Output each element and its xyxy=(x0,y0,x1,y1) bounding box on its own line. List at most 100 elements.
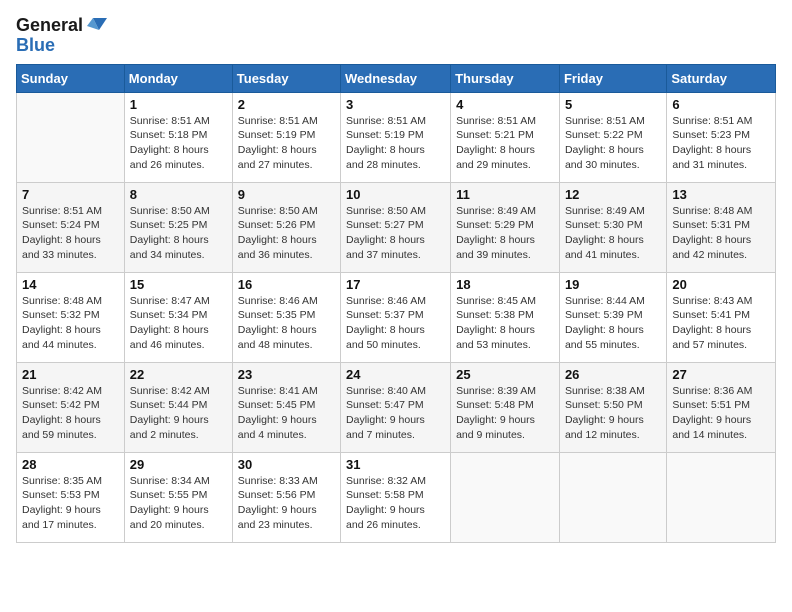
day-info: Sunrise: 8:41 AMSunset: 5:45 PMDaylight:… xyxy=(238,384,335,443)
day-number: 21 xyxy=(22,367,119,382)
calendar-cell: 26Sunrise: 8:38 AMSunset: 5:50 PMDayligh… xyxy=(559,362,666,452)
calendar-cell: 9 Sunrise: 8:50 AMSunset: 5:26 PMDaylight… xyxy=(232,182,340,272)
calendar-cell: 1 Sunrise: 8:51 AMSunset: 5:18 PMDaylight… xyxy=(124,92,232,182)
day-number: 6 xyxy=(672,97,770,112)
calendar-cell: 25 Sunrise: 8:39 AMSunset: 5:48 PMDayligh… xyxy=(451,362,560,452)
day-info: Sunrise: 8:51 AMSunset: 5:23 PMDaylight:… xyxy=(672,114,770,173)
calendar-cell: 21 Sunrise: 8:42 AMSunset: 5:42 PMDayligh… xyxy=(17,362,125,452)
day-number: 31 xyxy=(346,457,445,472)
day-info: Sunrise: 8:44 AMSunset: 5:39 PMDaylight:… xyxy=(565,294,661,353)
calendar-cell xyxy=(667,452,776,542)
calendar-cell: 19 Sunrise: 8:44 AMSunset: 5:39 PMDayligh… xyxy=(559,272,666,362)
day-info: Sunrise: 8:48 AMSunset: 5:31 PMDaylight:… xyxy=(672,204,770,263)
day-info: Sunrise: 8:45 AMSunset: 5:38 PMDaylight:… xyxy=(456,294,554,353)
day-info: Sunrise: 8:51 AMSunset: 5:19 PMDaylight:… xyxy=(346,114,445,173)
calendar-cell: 23Sunrise: 8:41 AMSunset: 5:45 PMDayligh… xyxy=(232,362,340,452)
day-number: 18 xyxy=(456,277,554,292)
day-number: 13 xyxy=(672,187,770,202)
day-number: 17 xyxy=(346,277,445,292)
day-number: 29 xyxy=(130,457,227,472)
page-header: General Blue xyxy=(16,16,776,56)
day-info: Sunrise: 8:47 AMSunset: 5:34 PMDaylight:… xyxy=(130,294,227,353)
week-row-1: 7 Sunrise: 8:51 AMSunset: 5:24 PMDaylight… xyxy=(17,182,776,272)
calendar-cell: 10Sunrise: 8:50 AMSunset: 5:27 PMDayligh… xyxy=(341,182,451,272)
day-number: 27 xyxy=(672,367,770,382)
calendar-cell: 24 Sunrise: 8:40 AMSunset: 5:47 PMDayligh… xyxy=(341,362,451,452)
day-info: Sunrise: 8:39 AMSunset: 5:48 PMDaylight:… xyxy=(456,384,554,443)
day-info: Sunrise: 8:51 AMSunset: 5:18 PMDaylight:… xyxy=(130,114,227,173)
logo: General Blue xyxy=(16,16,107,56)
weekday-header-sunday: Sunday xyxy=(17,64,125,92)
weekday-header-tuesday: Tuesday xyxy=(232,64,340,92)
day-info: Sunrise: 8:50 AMSunset: 5:25 PMDaylight:… xyxy=(130,204,227,263)
calendar-cell: 15 Sunrise: 8:47 AMSunset: 5:34 PMDayligh… xyxy=(124,272,232,362)
calendar-cell: 3 Sunrise: 8:51 AMSunset: 5:19 PMDaylight… xyxy=(341,92,451,182)
calendar-cell: 7 Sunrise: 8:51 AMSunset: 5:24 PMDaylight… xyxy=(17,182,125,272)
day-number: 12 xyxy=(565,187,661,202)
calendar-cell: 4 Sunrise: 8:51 AMSunset: 5:21 PMDaylight… xyxy=(451,92,560,182)
day-number: 4 xyxy=(456,97,554,112)
weekday-header-wednesday: Wednesday xyxy=(341,64,451,92)
calendar-cell xyxy=(559,452,666,542)
day-number: 8 xyxy=(130,187,227,202)
weekday-header-friday: Friday xyxy=(559,64,666,92)
day-number: 16 xyxy=(238,277,335,292)
calendar-cell: 6 Sunrise: 8:51 AMSunset: 5:23 PMDaylight… xyxy=(667,92,776,182)
day-info: Sunrise: 8:36 AMSunset: 5:51 PMDaylight:… xyxy=(672,384,770,443)
day-info: Sunrise: 8:35 AMSunset: 5:53 PMDaylight:… xyxy=(22,474,119,533)
weekday-header-thursday: Thursday xyxy=(451,64,560,92)
day-number: 15 xyxy=(130,277,227,292)
day-number: 14 xyxy=(22,277,119,292)
day-info: Sunrise: 8:42 AMSunset: 5:44 PMDaylight:… xyxy=(130,384,227,443)
day-info: Sunrise: 8:43 AMSunset: 5:41 PMDaylight:… xyxy=(672,294,770,353)
day-number: 24 xyxy=(346,367,445,382)
day-info: Sunrise: 8:40 AMSunset: 5:47 PMDaylight:… xyxy=(346,384,445,443)
day-info: Sunrise: 8:32 AMSunset: 5:58 PMDaylight:… xyxy=(346,474,445,533)
day-number: 5 xyxy=(565,97,661,112)
day-number: 7 xyxy=(22,187,119,202)
day-number: 26 xyxy=(565,367,661,382)
day-info: Sunrise: 8:46 AMSunset: 5:35 PMDaylight:… xyxy=(238,294,335,353)
day-info: Sunrise: 8:46 AMSunset: 5:37 PMDaylight:… xyxy=(346,294,445,353)
day-info: Sunrise: 8:51 AMSunset: 5:22 PMDaylight:… xyxy=(565,114,661,173)
day-number: 20 xyxy=(672,277,770,292)
day-number: 25 xyxy=(456,367,554,382)
week-row-4: 28 Sunrise: 8:35 AMSunset: 5:53 PMDayligh… xyxy=(17,452,776,542)
calendar-cell: 2Sunrise: 8:51 AMSunset: 5:19 PMDaylight… xyxy=(232,92,340,182)
calendar-cell: 30 Sunrise: 8:33 AMSunset: 5:56 PMDayligh… xyxy=(232,452,340,542)
calendar-cell: 28 Sunrise: 8:35 AMSunset: 5:53 PMDayligh… xyxy=(17,452,125,542)
calendar-cell xyxy=(451,452,560,542)
day-number: 28 xyxy=(22,457,119,472)
calendar-cell: 5 Sunrise: 8:51 AMSunset: 5:22 PMDaylight… xyxy=(559,92,666,182)
calendar-cell xyxy=(17,92,125,182)
day-info: Sunrise: 8:34 AMSunset: 5:55 PMDaylight:… xyxy=(130,474,227,533)
calendar-cell: 11Sunrise: 8:49 AMSunset: 5:29 PMDayligh… xyxy=(451,182,560,272)
calendar-cell: 13 Sunrise: 8:48 AMSunset: 5:31 PMDayligh… xyxy=(667,182,776,272)
weekday-header-monday: Monday xyxy=(124,64,232,92)
calendar-cell: 8 Sunrise: 8:50 AMSunset: 5:25 PMDaylight… xyxy=(124,182,232,272)
day-info: Sunrise: 8:33 AMSunset: 5:56 PMDaylight:… xyxy=(238,474,335,533)
calendar-cell: 17 Sunrise: 8:46 AMSunset: 5:37 PMDayligh… xyxy=(341,272,451,362)
day-number: 30 xyxy=(238,457,335,472)
day-number: 19 xyxy=(565,277,661,292)
calendar-cell: 27 Sunrise: 8:36 AMSunset: 5:51 PMDayligh… xyxy=(667,362,776,452)
day-number: 9 xyxy=(238,187,335,202)
calendar-cell: 16 Sunrise: 8:46 AMSunset: 5:35 PMDayligh… xyxy=(232,272,340,362)
day-number: 3 xyxy=(346,97,445,112)
calendar-cell: 12 Sunrise: 8:49 AMSunset: 5:30 PMDayligh… xyxy=(559,182,666,272)
day-info: Sunrise: 8:49 AMSunset: 5:30 PMDaylight:… xyxy=(565,204,661,263)
day-info: Sunrise: 8:51 AMSunset: 5:24 PMDaylight:… xyxy=(22,204,119,263)
day-info: Sunrise: 8:51 AMSunset: 5:19 PMDaylight:… xyxy=(238,114,335,173)
day-info: Sunrise: 8:42 AMSunset: 5:42 PMDaylight:… xyxy=(22,384,119,443)
calendar-cell: 29 Sunrise: 8:34 AMSunset: 5:55 PMDayligh… xyxy=(124,452,232,542)
weekday-header-row: SundayMondayTuesdayWednesdayThursdayFrid… xyxy=(17,64,776,92)
logo-container: General Blue xyxy=(16,16,107,56)
calendar-cell: 18 Sunrise: 8:45 AMSunset: 5:38 PMDayligh… xyxy=(451,272,560,362)
calendar-cell: 14Sunrise: 8:48 AMSunset: 5:32 PMDayligh… xyxy=(17,272,125,362)
day-info: Sunrise: 8:50 AMSunset: 5:26 PMDaylight:… xyxy=(238,204,335,263)
week-row-3: 21 Sunrise: 8:42 AMSunset: 5:42 PMDayligh… xyxy=(17,362,776,452)
day-number: 1 xyxy=(130,97,227,112)
day-number: 11 xyxy=(456,187,554,202)
week-row-2: 14Sunrise: 8:48 AMSunset: 5:32 PMDayligh… xyxy=(17,272,776,362)
day-info: Sunrise: 8:51 AMSunset: 5:21 PMDaylight:… xyxy=(456,114,554,173)
